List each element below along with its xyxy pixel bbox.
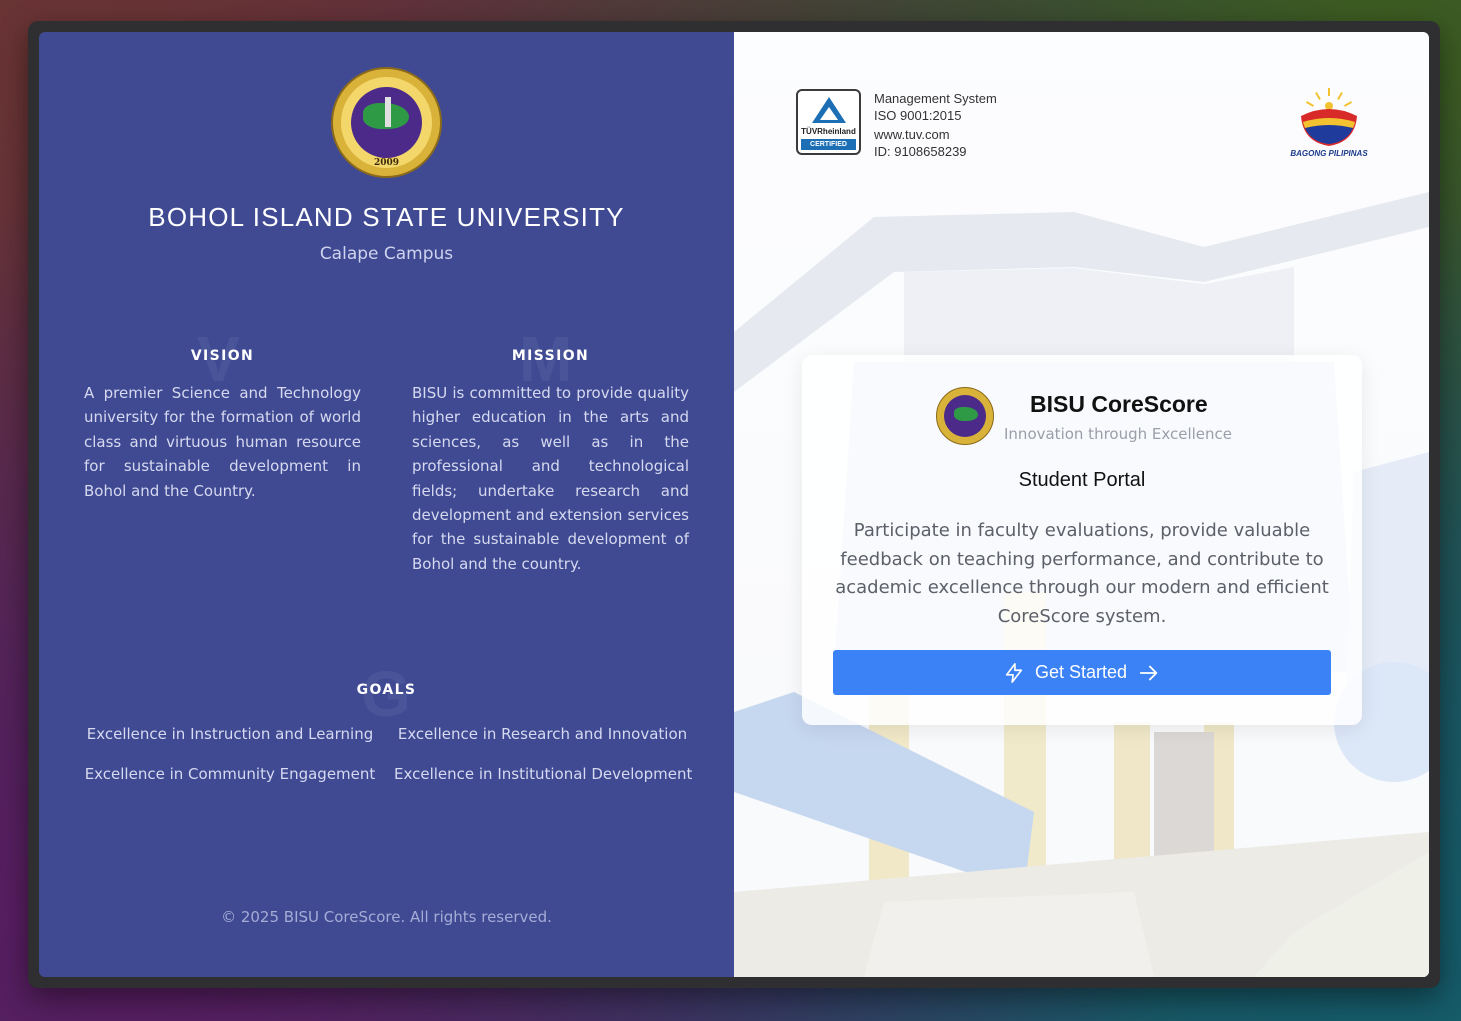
certification-line: ISO 9001:2015 <box>874 108 962 123</box>
certification-details: Management System ISO 9001:2015 www.tuv.… <box>874 90 997 160</box>
app-logo-icon <box>936 387 994 445</box>
portal-title: Student Portal <box>1018 469 1146 491</box>
bagong-pilipinas-logo-icon <box>1301 88 1357 146</box>
goal-item: Excellence in Institutional Development <box>394 765 693 783</box>
get-started-button[interactable]: Get Started <box>833 650 1331 695</box>
portal-panel: TÜVRheinland CERTIFIED Management System… <box>734 32 1429 977</box>
goal-item: Excellence in Instruction and Learning <box>86 725 374 743</box>
university-info-panel: 2009 BOHOL ISLAND STATE UNIVERSITY Calap… <box>39 32 734 977</box>
goals-heading: GOALS <box>356 682 417 698</box>
bagong-pilipinas-label: BAGONG PILIPINAS <box>1290 149 1368 158</box>
arrow-right-icon <box>1139 665 1158 680</box>
campus-name: Calape Campus <box>319 244 454 264</box>
tuv-badge-label: CERTIFIED <box>801 139 856 150</box>
copyright-footer: © 2025 BISU CoreScore. All rights reserv… <box>221 908 552 926</box>
get-started-label: Get Started <box>1034 662 1128 682</box>
student-portal-card: BISU CoreScore Innovation through Excell… <box>802 355 1362 725</box>
seal-year: 2009 <box>373 158 400 168</box>
vision-text: A premier Science and Technology univers… <box>84 384 361 500</box>
app-name: BISU CoreScore <box>1030 391 1208 417</box>
lightning-icon <box>1005 662 1023 683</box>
goal-item: Excellence in Community Engagement <box>84 765 376 783</box>
certification-line: www.tuv.com <box>874 127 950 142</box>
goal-item: Excellence in Research and Innovation <box>397 725 688 743</box>
tuv-badge-name: TÜVRheinland <box>801 127 856 136</box>
mission-heading: MISSION <box>511 348 590 364</box>
vision-heading: VISION <box>190 348 255 364</box>
university-title: BOHOL ISLAND STATE UNIVERSITY <box>148 202 625 232</box>
app-tagline: Innovation through Excellence <box>1004 425 1233 443</box>
mission-text: BISU is committed to provide quality hig… <box>412 384 689 573</box>
university-seal-icon: 2009 <box>331 67 442 178</box>
portal-description: Participate in faculty evaluations, prov… <box>835 520 1329 627</box>
certification-line: Management System <box>874 91 997 106</box>
certification-line: ID: 9108658239 <box>874 144 967 159</box>
tuv-certification-badge-icon: TÜVRheinland CERTIFIED <box>796 89 861 155</box>
